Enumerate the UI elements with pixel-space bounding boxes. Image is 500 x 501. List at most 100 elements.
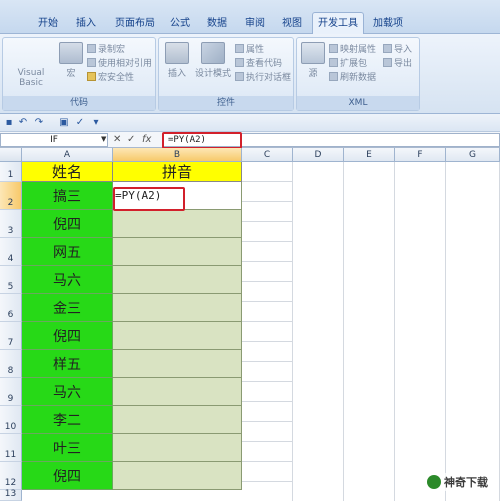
macro-button[interactable]: 宏	[57, 42, 85, 79]
tab-view[interactable]: 视图	[274, 14, 310, 34]
quick-access-toolbar: ▪ ↶ ↷ ▣ ✓ ▾	[0, 114, 500, 132]
xml-group: 源 映射属性 扩展包 刷新数据 导入 导出 XML	[296, 37, 420, 111]
expansion-packs-button[interactable]: 扩展包	[329, 58, 367, 71]
tab-home[interactable]: 开始	[30, 14, 66, 34]
xml-source-button[interactable]: 源	[301, 42, 325, 79]
row-header-4[interactable]: 4	[0, 238, 22, 266]
export-icon	[383, 58, 392, 67]
pinyin-cell[interactable]	[113, 238, 242, 266]
empty-column-d[interactable]	[293, 162, 344, 501]
map-properties-button[interactable]: 映射属性	[329, 44, 376, 57]
name-cell[interactable]: 倪四	[22, 462, 113, 490]
record-macro-button[interactable]: 录制宏	[87, 44, 125, 57]
row-header-7[interactable]: 7	[0, 322, 22, 350]
row-header-13[interactable]: 13	[0, 489, 22, 501]
row-header-5[interactable]: 5	[0, 266, 22, 294]
name-cell[interactable]: 马六	[22, 266, 113, 294]
export-button[interactable]: 导出	[383, 58, 412, 71]
pinyin-cell[interactable]	[113, 378, 242, 406]
row-header-1[interactable]: 1	[0, 162, 22, 182]
column-header-f[interactable]: F	[395, 148, 446, 162]
controls-group: 插入 设计模式 属性 查看代码 执行对话框 控件	[158, 37, 294, 111]
tab-review[interactable]: 审阅	[237, 14, 273, 34]
pinyin-cell[interactable]	[113, 294, 242, 322]
tab-add-ins[interactable]: 加载项	[366, 14, 410, 34]
save-icon[interactable]: ▪	[3, 117, 15, 129]
cancel-icon[interactable]: ✕	[113, 133, 121, 147]
tab-data[interactable]: 数据	[199, 14, 235, 34]
tab-formulas[interactable]: 公式	[162, 14, 198, 34]
undo-icon[interactable]: ↶	[17, 117, 29, 129]
column-header-e[interactable]: E	[344, 148, 395, 162]
name-box[interactable]: IF	[0, 133, 108, 147]
row-header-2[interactable]: 2	[0, 182, 22, 210]
import-button[interactable]: 导入	[383, 44, 412, 57]
name-cell[interactable]: 金三	[22, 294, 113, 322]
redo-icon[interactable]: ↷	[33, 117, 45, 129]
relative-ref-icon	[87, 58, 96, 67]
name-cell[interactable]: 搞三	[22, 182, 113, 210]
name-cell[interactable]: 网五	[22, 238, 113, 266]
column-header-b[interactable]: B	[113, 148, 242, 162]
enter-icon[interactable]: ✓	[127, 133, 135, 147]
row-header-11[interactable]: 11	[0, 434, 22, 462]
macro-security-button[interactable]: 宏安全性	[87, 72, 134, 85]
name-cell[interactable]: 倪四	[22, 210, 113, 238]
name-cell[interactable]: 叶三	[22, 434, 113, 462]
code-group-label: 代码	[3, 96, 155, 110]
name-box-dropdown-icon[interactable]: ▼	[101, 135, 106, 143]
column-header-c[interactable]: C	[242, 148, 293, 162]
empty-column-g[interactable]	[446, 162, 500, 501]
row-header-6[interactable]: 6	[0, 294, 22, 322]
row-header-10[interactable]: 10	[0, 406, 22, 434]
select-all-corner[interactable]	[0, 148, 22, 162]
refresh-data-button[interactable]: 刷新数据	[329, 72, 376, 85]
tab-developer[interactable]: 开发工具	[312, 12, 364, 35]
macro-icon	[59, 42, 83, 64]
dialog-icon	[235, 72, 244, 81]
column-header-g[interactable]: G	[446, 148, 500, 162]
insert-control-button[interactable]: 插入	[161, 42, 193, 79]
record-icon	[87, 44, 96, 53]
pinyin-cell[interactable]	[113, 434, 242, 462]
empty-column-c[interactable]	[242, 162, 293, 501]
formula-bar: IF ▼ ✕ ✓ fx =PY(A2)	[0, 132, 500, 148]
run-dialog-button[interactable]: 执行对话框	[235, 72, 291, 85]
xml-group-label: XML	[297, 96, 419, 110]
column-header-d[interactable]: D	[293, 148, 344, 162]
column-header-a[interactable]: A	[22, 148, 113, 162]
properties-button[interactable]: 属性	[235, 44, 264, 57]
visual-basic-button[interactable]: Visual Basic	[6, 68, 56, 88]
pinyin-cell[interactable]	[113, 322, 242, 350]
print-preview-icon[interactable]: ▣	[58, 117, 70, 129]
row-header-8[interactable]: 8	[0, 350, 22, 378]
name-cell[interactable]: 样五	[22, 350, 113, 378]
row-header-9[interactable]: 9	[0, 378, 22, 406]
name-cell[interactable]: 李二	[22, 406, 113, 434]
header-cell-name[interactable]: 姓名	[22, 162, 113, 182]
pinyin-cell[interactable]	[113, 406, 242, 434]
row-header-12[interactable]: 12	[0, 462, 22, 490]
insert-function-icon[interactable]: fx	[142, 133, 151, 147]
tab-page-layout[interactable]: 页面布局	[108, 14, 162, 34]
pinyin-cell[interactable]	[113, 462, 242, 490]
pinyin-cell[interactable]	[113, 266, 242, 294]
watermark: 神奇下载	[423, 473, 492, 491]
header-cell-pinyin[interactable]: 拼音	[113, 162, 242, 182]
design-mode-button[interactable]: 设计模式	[193, 42, 233, 79]
tab-insert[interactable]: 插入	[68, 14, 104, 34]
package-icon	[329, 58, 338, 67]
empty-column-e[interactable]	[344, 162, 395, 501]
name-cell[interactable]: 倪四	[22, 322, 113, 350]
row-header-3[interactable]: 3	[0, 210, 22, 238]
pinyin-cell[interactable]	[113, 210, 242, 238]
view-code-button[interactable]: 查看代码	[235, 58, 282, 71]
worksheet-grid[interactable]: A B C D E F G 1 2 3 4 5 6 7 8 9 10 11 12…	[0, 148, 500, 501]
customize-toolbar-icon[interactable]: ▾	[90, 117, 102, 129]
warning-icon	[87, 72, 96, 81]
pinyin-cell[interactable]	[113, 350, 242, 378]
empty-column-f[interactable]	[395, 162, 446, 501]
relative-reference-button[interactable]: 使用相对引用	[87, 58, 152, 71]
spell-check-icon[interactable]: ✓	[74, 117, 86, 129]
name-cell[interactable]: 马六	[22, 378, 113, 406]
